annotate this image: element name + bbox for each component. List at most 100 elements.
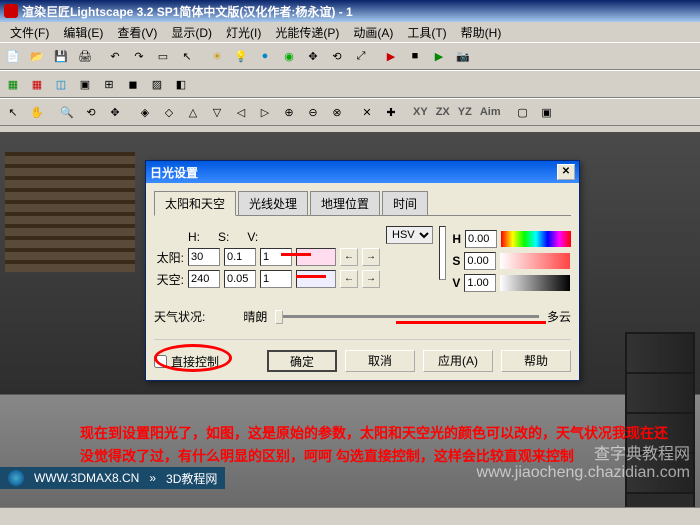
scale-icon[interactable]: ⤢ xyxy=(350,45,372,67)
apply-button[interactable]: 应用(A) xyxy=(423,350,493,372)
toolbar-2: ▦ ▦ ◫ ▣ ⊞ ◼ ▨ ◧ xyxy=(0,70,700,98)
bulb-icon[interactable]: 💡 xyxy=(230,45,252,67)
camera-icon[interactable]: 📷 xyxy=(452,45,474,67)
sun-left-button[interactable]: ← xyxy=(340,248,358,266)
select-icon[interactable]: ▭ xyxy=(152,45,174,67)
axis-yz[interactable]: YZ xyxy=(455,101,475,123)
sun-s-input[interactable] xyxy=(224,248,256,266)
tool-b-icon[interactable]: ◇ xyxy=(158,101,180,123)
axis-zx[interactable]: ZX xyxy=(433,101,453,123)
label-h: H: xyxy=(188,230,200,244)
material-icon[interactable]: ● xyxy=(254,45,276,67)
sky-h-input[interactable] xyxy=(188,270,220,288)
dialog-tabs: 太阳和天空 光线处理 地理位置 时间 xyxy=(154,191,571,216)
sky-label: 天空: xyxy=(154,271,184,288)
weather-slider[interactable] xyxy=(275,315,539,318)
menu-edit[interactable]: 编辑(E) xyxy=(57,22,109,43)
toolbar-1: 📄 📂 💾 🖨 ↶ ↷ ▭ ↖ ☀ 💡 ● ◉ ✥ ⟲ ⤢ ▶ ■ ▶ 📷 xyxy=(0,42,700,70)
layer-icon[interactable]: ▦ xyxy=(2,73,24,95)
menu-view[interactable]: 查看(V) xyxy=(111,22,163,43)
view-a-icon[interactable]: ▢ xyxy=(512,101,534,123)
title-bar: 渲染巨匠Lightscape 3.2 SP1简体中文版(汉化作者:杨永谊) - … xyxy=(0,0,700,22)
orbit-icon[interactable]: ⟲ xyxy=(80,101,102,123)
shade-icon[interactable]: ◧ xyxy=(170,73,192,95)
big-s-input[interactable] xyxy=(464,252,496,270)
ok-button[interactable]: 确定 xyxy=(267,350,337,372)
tab-sun-sky[interactable]: 太阳和天空 xyxy=(154,191,236,216)
stop-icon[interactable]: ■ xyxy=(404,45,426,67)
rotate-icon[interactable]: ⟲ xyxy=(326,45,348,67)
render-icon[interactable]: ▶ xyxy=(380,45,402,67)
grid-icon[interactable]: ▦ xyxy=(26,73,48,95)
weather-clear: 晴朗 xyxy=(243,308,267,325)
close-icon[interactable]: ✕ xyxy=(557,164,575,180)
pointer-icon[interactable]: ↖ xyxy=(176,45,198,67)
cancel-button[interactable]: 取消 xyxy=(345,350,415,372)
sky-left-button[interactable]: ← xyxy=(340,270,358,288)
hue-slider[interactable] xyxy=(501,231,571,247)
menu-display[interactable]: 显示(D) xyxy=(165,22,218,43)
new-icon[interactable]: 📄 xyxy=(2,45,24,67)
pan-icon[interactable]: ✥ xyxy=(104,101,126,123)
sphere-icon[interactable]: ◉ xyxy=(278,45,300,67)
arrow-icon[interactable]: ↖ xyxy=(2,101,24,123)
menu-radiosity[interactable]: 光能传递(P) xyxy=(269,22,345,43)
dialog-titlebar[interactable]: 日光设置 ✕ xyxy=(146,161,579,183)
direct-control-label: 直接控制 xyxy=(171,353,219,370)
tool-g-icon[interactable]: ⊕ xyxy=(278,101,300,123)
axis-xy[interactable]: XY xyxy=(410,101,431,123)
tool-d-icon[interactable]: ▽ xyxy=(206,101,228,123)
view-b-icon[interactable]: ▣ xyxy=(536,101,558,123)
sky-right-button[interactable]: → xyxy=(362,270,380,288)
big-v-input[interactable] xyxy=(464,274,496,292)
texture-icon[interactable]: ▨ xyxy=(146,73,168,95)
tool-f-icon[interactable]: ▷ xyxy=(254,101,276,123)
sky-s-input[interactable] xyxy=(224,270,256,288)
val-slider[interactable] xyxy=(500,275,570,291)
sky-v-input[interactable] xyxy=(260,270,292,288)
redo-icon[interactable]: ↷ xyxy=(128,45,150,67)
tool-h-icon[interactable]: ⊖ xyxy=(302,101,324,123)
print-icon[interactable]: 🖨 xyxy=(74,45,96,67)
color-mode-select[interactable]: HSV xyxy=(386,226,433,244)
mesh-icon[interactable]: ◫ xyxy=(50,73,72,95)
sun-color-swatch[interactable] xyxy=(296,248,336,266)
zoom-icon[interactable]: 🔍 xyxy=(56,101,78,123)
axis-aim[interactable]: Aim xyxy=(477,101,504,123)
wire-icon[interactable]: ⊞ xyxy=(98,73,120,95)
undo-icon[interactable]: ↶ xyxy=(104,45,126,67)
move-icon[interactable]: ✥ xyxy=(302,45,324,67)
tool-a-icon[interactable]: ◈ xyxy=(134,101,156,123)
open-icon[interactable]: 📂 xyxy=(26,45,48,67)
sun-v-input[interactable] xyxy=(260,248,292,266)
sat-slider[interactable] xyxy=(500,253,570,269)
menu-light[interactable]: 灯光(I) xyxy=(220,22,267,43)
tab-location[interactable]: 地理位置 xyxy=(310,191,380,215)
cross-icon[interactable]: ✕ xyxy=(356,101,378,123)
menu-file[interactable]: 文件(F) xyxy=(4,22,55,43)
sky-color-swatch[interactable] xyxy=(296,270,336,288)
sun-right-button[interactable]: → xyxy=(362,248,380,266)
tool-i-icon[interactable]: ⊗ xyxy=(326,101,348,123)
block-icon[interactable]: ▣ xyxy=(74,73,96,95)
menu-tools[interactable]: 工具(T) xyxy=(401,22,452,43)
save-icon[interactable]: 💾 xyxy=(50,45,72,67)
menu-help[interactable]: 帮助(H) xyxy=(455,22,508,43)
tab-time[interactable]: 时间 xyxy=(382,191,428,215)
hand-icon[interactable]: ✋ xyxy=(26,101,48,123)
light-icon[interactable]: ☀ xyxy=(206,45,228,67)
big-h-input[interactable] xyxy=(465,230,497,248)
play-icon[interactable]: ▶ xyxy=(428,45,450,67)
solid-icon[interactable]: ◼ xyxy=(122,73,144,95)
tab-raytracing[interactable]: 光线处理 xyxy=(238,191,308,215)
help-button[interactable]: 帮助 xyxy=(501,350,571,372)
preview-swatch[interactable] xyxy=(439,226,446,280)
slider-thumb[interactable] xyxy=(275,310,283,324)
sun-h-input[interactable] xyxy=(188,248,220,266)
direct-control-checkbox[interactable]: 直接控制 xyxy=(154,353,219,370)
plus-icon[interactable]: ✚ xyxy=(380,101,402,123)
tool-e-icon[interactable]: ◁ xyxy=(230,101,252,123)
direct-control-input[interactable] xyxy=(154,355,167,368)
menu-animation[interactable]: 动画(A) xyxy=(347,22,399,43)
tool-c-icon[interactable]: △ xyxy=(182,101,204,123)
